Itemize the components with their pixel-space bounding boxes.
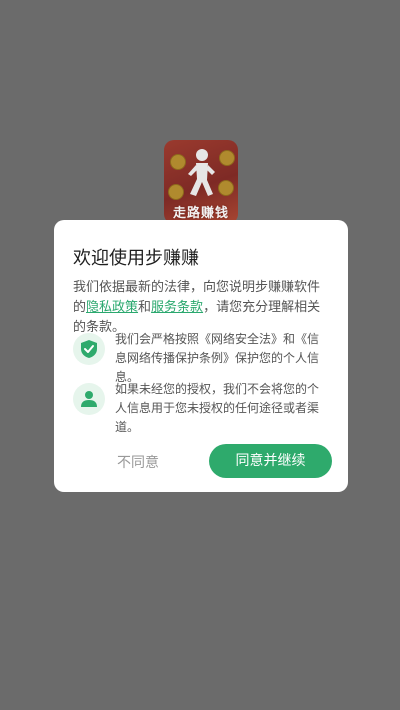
user-icon <box>73 383 105 415</box>
screen: 走路赚钱 欢迎使用步赚赚 我们依据最新的法律，向您说明步赚赚软件的隐私政策和服务… <box>0 0 400 710</box>
point-authorization-text: 如果未经您的授权，我们不会将您的个人信息用于您未授权的任何途径或者渠道。 <box>115 382 320 434</box>
walking-man-icon <box>188 149 215 196</box>
app-icon: 走路赚钱 <box>164 140 238 224</box>
agree-continue-button[interactable]: 同意并继续 <box>209 444 332 478</box>
dialog-title: 欢迎使用步赚赚 <box>73 248 199 269</box>
terms-of-service-link[interactable]: 服务条款 <box>151 300 203 315</box>
shield-check-icon <box>73 333 105 365</box>
point-security: 我们会严格按照《网络安全法》和《信息网络传播保护条例》保护您的个人信息。 <box>73 330 333 387</box>
privacy-policy-link[interactable]: 隐私政策 <box>86 300 138 315</box>
dialog-intro: 我们依据最新的法律，向您说明步赚赚软件的隐私政策和服务条款，请您充分理解相关的条… <box>73 278 329 338</box>
point-security-text: 我们会严格按照《网络安全法》和《信息网络传播保护条例》保护您的个人信息。 <box>115 332 320 384</box>
app-icon-label: 走路赚钱 <box>172 206 229 221</box>
point-authorization: 如果未经您的授权，我们不会将您的个人信息用于您未授权的任何途径或者渠道。 <box>73 380 333 437</box>
privacy-dialog: 欢迎使用步赚赚 我们依据最新的法律，向您说明步赚赚软件的隐私政策和服务条款，请您… <box>54 220 348 492</box>
intro-and-text: 和 <box>138 300 152 315</box>
disagree-button[interactable]: 不同意 <box>98 446 178 480</box>
